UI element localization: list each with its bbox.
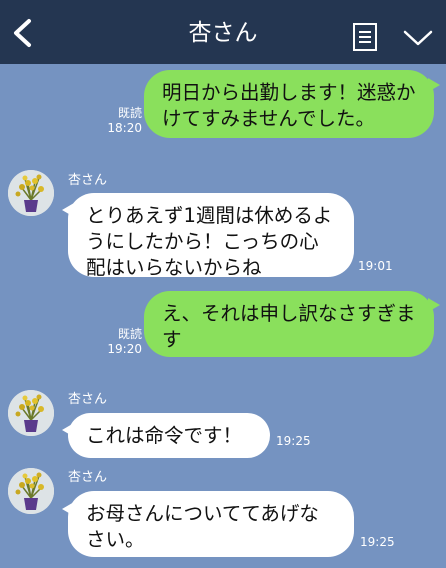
received-message-bubble[interactable]: お母さんについててあげなさい。 — [68, 491, 354, 557]
message-time: 18:20 — [107, 121, 142, 135]
sent-message-bubble[interactable]: 明日から出勤します！迷惑かけてすみませんでした。 — [144, 70, 434, 138]
flower-pot-icon — [8, 170, 54, 216]
read-label: 既読 — [117, 106, 142, 120]
sender-name: 杏さん — [68, 470, 108, 485]
chat-title: 杏さん — [188, 20, 258, 46]
read-receipt: 既読 18:20 — [96, 106, 142, 136]
message-time: 19:25 — [360, 535, 395, 549]
sender-name: 杏さん — [68, 392, 108, 407]
chevron-down-icon[interactable] — [402, 28, 434, 48]
flower-pot-icon — [8, 390, 54, 436]
message-time: 19:20 — [107, 342, 142, 356]
read-label: 既読 — [117, 327, 142, 341]
read-receipt: 既読 19:20 — [96, 327, 142, 357]
avatar[interactable] — [8, 390, 54, 436]
message-time: 19:25 — [276, 434, 311, 448]
avatar[interactable] — [8, 468, 54, 514]
chat-header: 杏さん — [0, 0, 446, 64]
memo-icon[interactable] — [352, 22, 378, 52]
received-message-bubble[interactable]: これは命令です！ — [68, 413, 270, 458]
sender-name: 杏さん — [68, 173, 108, 188]
received-message-bubble[interactable]: とりあえず1週間は休めるようにしたから！こっちの心配はいらないからね — [68, 193, 354, 279]
sent-message-bubble[interactable]: え、それは申し訳なさすぎます — [144, 291, 434, 357]
flower-pot-icon — [8, 468, 54, 514]
message-time: 19:01 — [358, 259, 393, 273]
avatar[interactable] — [8, 170, 54, 216]
